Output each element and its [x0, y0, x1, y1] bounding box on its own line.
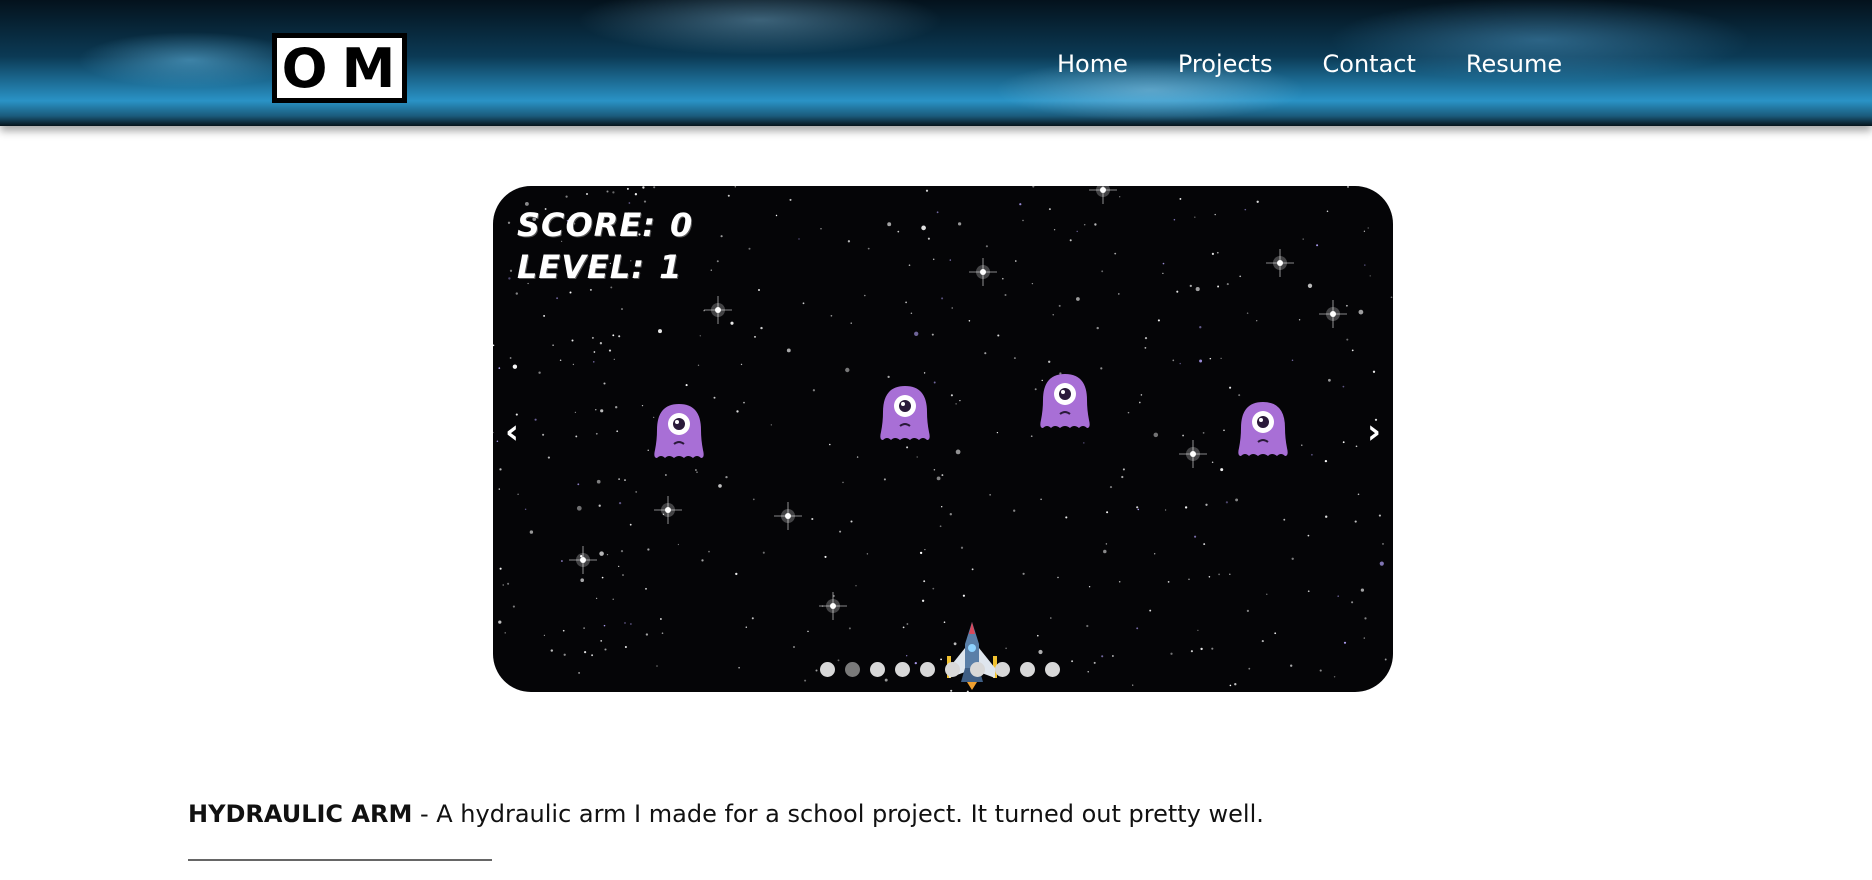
carousel-indicator-dot[interactable]: [820, 662, 835, 677]
level-display: LEVEL: 1: [517, 248, 696, 286]
carousel-indicator-dot[interactable]: [920, 662, 935, 677]
project-description: A hydraulic arm I made for a school proj…: [436, 800, 1264, 828]
score-display: SCORE: 0: [517, 206, 707, 244]
carousel-indicator-dot[interactable]: [995, 662, 1010, 677]
divider: [188, 859, 492, 861]
alien-icon: [1040, 374, 1090, 428]
site-header: OM Home Projects Contact Resume: [0, 0, 1872, 126]
alien-icon: [880, 386, 930, 440]
nav-contact-link[interactable]: Contact: [1323, 48, 1416, 80]
alien-icon: [654, 404, 704, 458]
main-nav: Home Projects Contact Resume: [1057, 48, 1612, 80]
project-carousel: SCORE: 0 LEVEL: 1 ‹ ›: [493, 186, 1393, 692]
nav-resume-link[interactable]: Resume: [1466, 48, 1562, 80]
project-entry: HYDRAULIC ARM - A hydraulic arm I made f…: [188, 800, 1264, 828]
level-label: LEVEL:: [517, 248, 646, 286]
spaceship-icon: [947, 622, 997, 690]
score-label: SCORE:: [517, 206, 657, 244]
carousel-indicator-dot[interactable]: [1020, 662, 1035, 677]
carousel-indicator-dot[interactable]: [895, 662, 910, 677]
project-title: HYDRAULIC ARM: [188, 800, 413, 828]
carousel-indicators: [820, 662, 1070, 677]
carousel-next-button[interactable]: ›: [1367, 412, 1381, 452]
level-value: 1: [659, 248, 683, 286]
nav-home-link[interactable]: Home: [1057, 48, 1128, 80]
carousel-indicator-dot[interactable]: [870, 662, 885, 677]
score-value: 0: [670, 206, 694, 244]
carousel-indicator-dot[interactable]: [1045, 662, 1060, 677]
carousel-prev-button[interactable]: ‹: [505, 412, 519, 452]
carousel-indicator-dot[interactable]: [945, 662, 960, 677]
project-separator: -: [412, 800, 437, 828]
nav-projects-link[interactable]: Projects: [1178, 48, 1273, 80]
alien-icon: [1238, 402, 1288, 456]
carousel-indicator-dot[interactable]: [970, 662, 985, 677]
logo[interactable]: OM: [272, 33, 407, 103]
carousel-indicator-dot[interactable]: [845, 662, 860, 677]
